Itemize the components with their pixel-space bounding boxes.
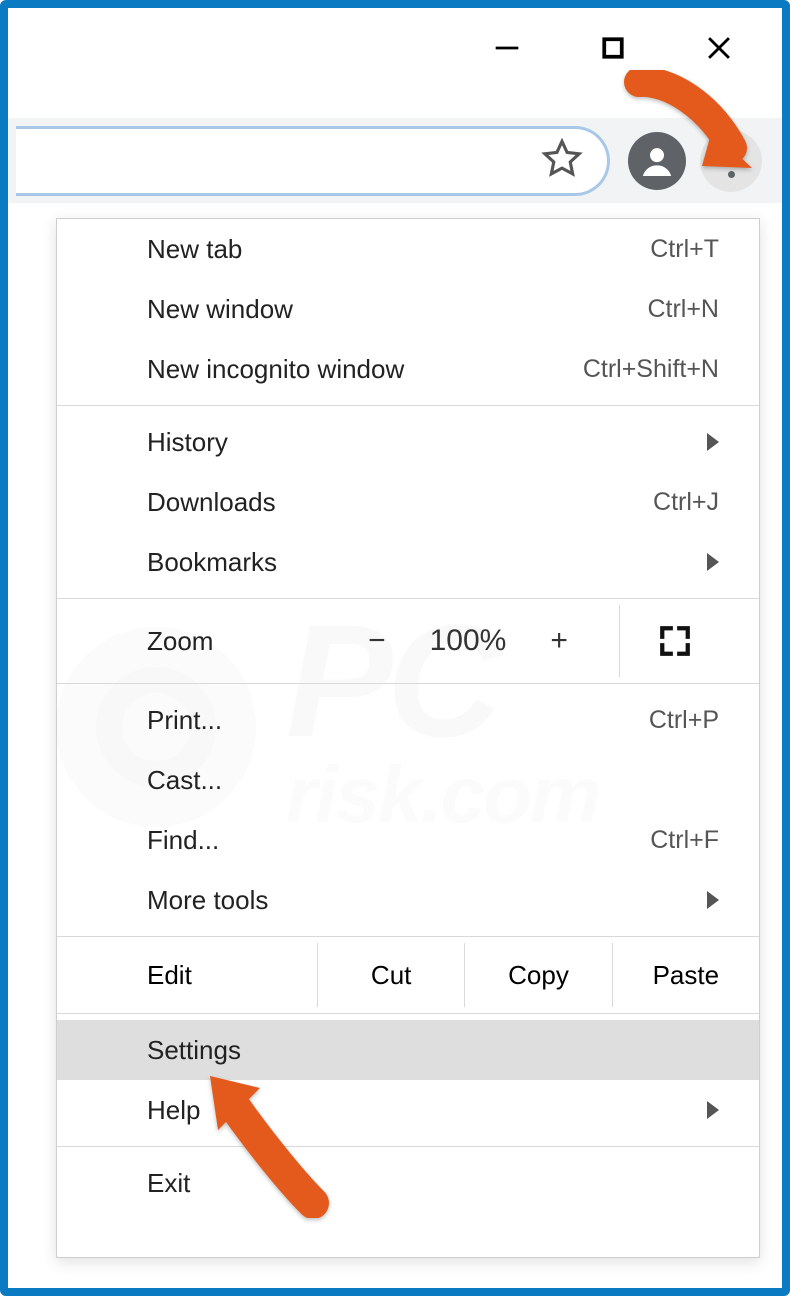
menu-label: History [147,427,707,458]
menu-label: Print... [147,705,649,736]
bookmark-star-icon[interactable] [541,137,583,184]
chrome-main-menu: New tab Ctrl+T New window Ctrl+N New inc… [56,218,760,1258]
menu-item-find[interactable]: Find... Ctrl+F [57,810,759,870]
menu-separator [57,1013,759,1014]
submenu-arrow-icon [707,891,719,909]
address-bar[interactable] [16,126,610,196]
menu-shortcut: Ctrl+N [647,295,719,324]
menu-label: Cast... [147,765,719,796]
menu-item-edit-row: Edit Cut Copy Paste [57,943,759,1007]
menu-label: New tab [147,234,650,265]
window-minimize-button[interactable] [489,30,525,66]
menu-separator [57,405,759,406]
menu-item-new-window[interactable]: New window Ctrl+N [57,279,759,339]
window-close-button[interactable] [701,30,737,66]
menu-item-history[interactable]: History [57,412,759,472]
menu-item-settings[interactable]: Settings [57,1020,759,1080]
fullscreen-icon [658,624,692,658]
zoom-out-button[interactable]: − [368,624,386,658]
menu-item-new-incognito[interactable]: New incognito window Ctrl+Shift+N [57,339,759,399]
menu-label: New incognito window [147,354,583,385]
menu-label: New window [147,294,647,325]
zoom-level: 100% [430,624,507,658]
menu-item-help[interactable]: Help [57,1080,759,1140]
fullscreen-button[interactable] [619,605,729,677]
edit-label: Edit [57,960,317,991]
menu-label: More tools [147,885,707,916]
menu-shortcut: Ctrl+Shift+N [583,355,719,384]
menu-item-exit[interactable]: Exit [57,1153,759,1213]
annotation-arrow-icon [198,1068,348,1218]
window-frame: PC risk.com New tab Ctrl+T New window Ct… [0,0,790,1296]
menu-label: Find... [147,825,650,856]
window-maximize-button[interactable] [595,30,631,66]
submenu-arrow-icon [707,433,719,451]
menu-item-cast[interactable]: Cast... [57,750,759,810]
submenu-arrow-icon [707,1101,719,1119]
menu-label: Bookmarks [147,547,707,578]
menu-item-print[interactable]: Print... Ctrl+P [57,690,759,750]
menu-shortcut: Ctrl+T [650,235,719,264]
edit-cut-button[interactable]: Cut [317,943,464,1007]
menu-shortcut: Ctrl+P [649,706,719,735]
zoom-label: Zoom [147,626,317,657]
menu-item-more-tools[interactable]: More tools [57,870,759,930]
annotation-arrow-icon [624,70,754,190]
edit-paste-button[interactable]: Paste [612,943,759,1007]
menu-item-downloads[interactable]: Downloads Ctrl+J [57,472,759,532]
menu-separator [57,1146,759,1147]
zoom-in-button[interactable]: + [550,624,568,658]
menu-label: Settings [147,1035,719,1066]
menu-shortcut: Ctrl+F [650,826,719,855]
submenu-arrow-icon [707,553,719,571]
edit-copy-button[interactable]: Copy [464,943,611,1007]
menu-separator [57,683,759,684]
menu-item-bookmarks[interactable]: Bookmarks [57,532,759,592]
menu-item-zoom: Zoom − 100% + [57,605,759,677]
menu-separator [57,936,759,937]
menu-separator [57,598,759,599]
menu-shortcut: Ctrl+J [653,488,719,517]
menu-item-new-tab[interactable]: New tab Ctrl+T [57,219,759,279]
menu-label: Downloads [147,487,653,518]
